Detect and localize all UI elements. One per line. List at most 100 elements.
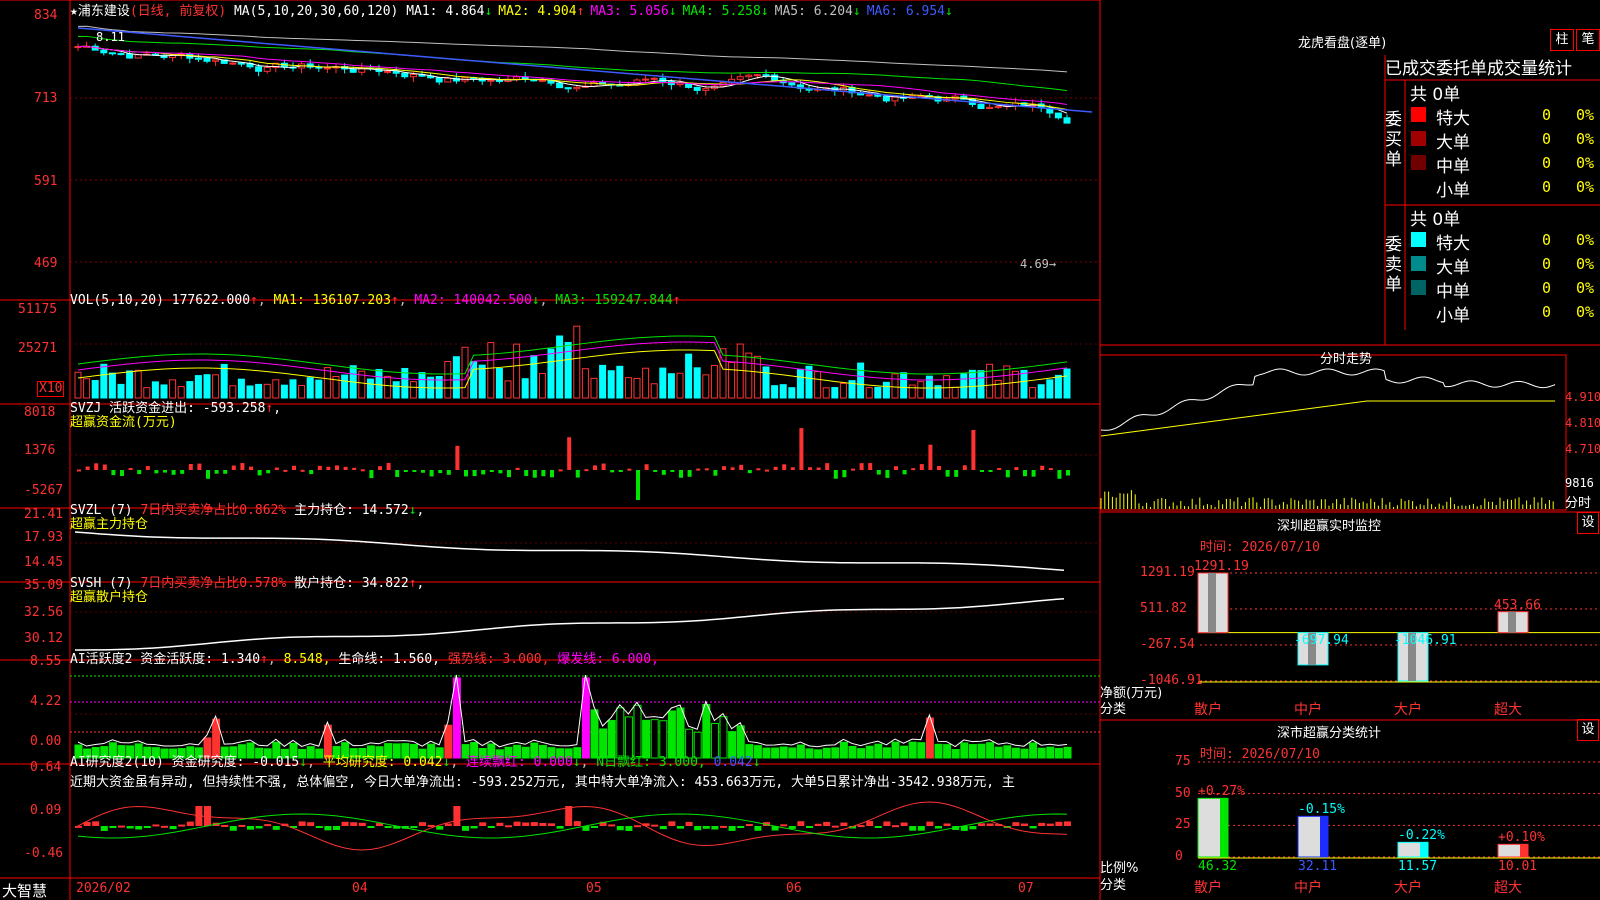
date-label-4: 07 xyxy=(1018,881,1034,896)
fund-flow-bar xyxy=(971,429,976,470)
monitor-bar-shade xyxy=(1508,611,1516,633)
sell-row-name: 小单 xyxy=(1436,306,1470,326)
fund-flow-bar xyxy=(954,470,959,477)
price-header: ★浦东建设(日线, 前复权) MA(5,10,20,30,60,120) MA1… xyxy=(70,0,959,19)
fund-flow-bar xyxy=(851,468,855,471)
price-axis-591: 591 xyxy=(34,174,58,189)
activity-bar xyxy=(1063,746,1072,759)
sell-total: 共 0单 xyxy=(1410,210,1461,230)
monitor-title: 深圳超赢实时监控 xyxy=(1277,519,1382,534)
volume-bar xyxy=(659,367,667,399)
fund-flow-bar xyxy=(980,470,984,472)
fund-flow-bar xyxy=(919,464,924,470)
research-bar xyxy=(616,826,624,831)
classify-change-label: -0.22% xyxy=(1398,828,1445,844)
fund-flow-bar xyxy=(532,470,537,478)
fund-flow-bar xyxy=(223,470,228,474)
volume-bar xyxy=(1037,384,1045,399)
vol-unit-button[interactable]: X10 xyxy=(37,381,65,397)
research-bar xyxy=(720,825,727,828)
activity-bar xyxy=(960,742,969,759)
research-bar xyxy=(806,826,813,828)
research-bar xyxy=(92,821,100,826)
volume-bar xyxy=(650,383,658,399)
volume-bar xyxy=(1029,387,1037,399)
fund-flow-bar xyxy=(102,464,107,470)
volume-bar xyxy=(831,387,839,399)
classify-settings-button[interactable]: 设 xyxy=(1577,719,1599,741)
activity-bar xyxy=(917,742,926,759)
svsh-subtitle: 超赢散户持仓 xyxy=(70,590,149,605)
activity-bar xyxy=(882,747,891,759)
research-bar xyxy=(462,826,469,831)
candle-body xyxy=(108,52,116,55)
fund-flow-bar xyxy=(120,470,124,476)
svsh-axis-low: 30.12 xyxy=(24,631,64,646)
ma-item-3: MA3: 5.056↓ xyxy=(590,4,677,19)
volume-bar xyxy=(607,370,615,399)
research-bar xyxy=(315,826,323,828)
research-bar xyxy=(436,826,444,830)
monitor-value-label: 453.66 xyxy=(1494,597,1541,613)
main-holding-line xyxy=(74,531,1065,572)
candle-body xyxy=(1063,117,1071,124)
monitor-settings-button[interactable]: 设 xyxy=(1577,512,1599,534)
research-bar xyxy=(591,826,598,828)
svsh-axis-high: 35.09 xyxy=(24,578,64,593)
research-bar xyxy=(659,826,667,830)
activity-bar xyxy=(788,747,797,759)
volume-bar xyxy=(341,374,349,399)
volume-bar xyxy=(255,383,263,399)
fund-flow-bar xyxy=(567,437,572,470)
classify-category-label: 中户 xyxy=(1294,880,1322,896)
monitor-axis-label: -1046.91 xyxy=(1140,673,1203,688)
period-label[interactable]: (日线, 前复权) xyxy=(130,4,226,19)
fund-flow-bar xyxy=(816,467,821,470)
research-bar xyxy=(943,823,951,826)
candle-body xyxy=(865,94,873,97)
fund-flow-bar xyxy=(584,469,589,472)
research-bar xyxy=(522,822,530,826)
classify-title: 深市超赢分类统计 xyxy=(1277,726,1382,741)
fund-flow-bar xyxy=(145,466,150,470)
price-high-label: 8.11 xyxy=(96,30,125,44)
volume-bar xyxy=(676,372,684,399)
tick-mode-button[interactable]: 笔 xyxy=(1576,29,1600,51)
stock-name[interactable]: 浦东建设 xyxy=(78,4,130,19)
monitor-value-label: -1046.91 xyxy=(1394,632,1457,648)
classify-axis-label: 50 xyxy=(1175,785,1191,801)
fund-flow-bar xyxy=(833,470,838,479)
fund-flow-bar xyxy=(722,466,726,470)
fund-flow-bar xyxy=(378,466,382,470)
classify-category-label: 超大 xyxy=(1494,880,1522,896)
volume-bar xyxy=(1054,374,1062,399)
research-bar xyxy=(840,822,848,826)
fund-flow-bar xyxy=(541,470,546,477)
activity-bar xyxy=(874,743,883,759)
volume-bar xyxy=(91,380,99,399)
volume-bar xyxy=(951,386,959,399)
monitor-value-label: 1291.19 xyxy=(1194,559,1249,574)
research-bar xyxy=(1064,821,1071,826)
activity-bar xyxy=(934,743,943,759)
volume-bar xyxy=(418,372,426,399)
bar-mode-button[interactable]: 柱 xyxy=(1550,29,1574,51)
intraday-unit[interactable]: 分时 xyxy=(1565,492,1591,511)
research-bar xyxy=(935,826,942,829)
candle-body xyxy=(444,77,452,83)
fund-flow-bar xyxy=(550,470,554,478)
research-bar xyxy=(135,826,143,830)
classify-axis-label: 0 xyxy=(1175,849,1183,864)
volume-bar xyxy=(667,373,675,399)
svsh-axis-mid: 32.56 xyxy=(24,605,64,620)
brand-logo[interactable]: 大智慧 xyxy=(2,880,47,900)
volume-bar xyxy=(384,375,392,399)
intraday-title[interactable]: 分时走势 xyxy=(1320,348,1372,367)
buy-row-name: 特大 xyxy=(1436,109,1470,129)
candle-body xyxy=(745,74,753,78)
fund-flow-bar xyxy=(403,470,408,472)
sell-row-count: 0 xyxy=(1542,303,1552,321)
favorite-star-icon[interactable]: ★ xyxy=(70,4,78,19)
research-bar xyxy=(161,825,168,828)
volume-bar xyxy=(616,365,624,399)
